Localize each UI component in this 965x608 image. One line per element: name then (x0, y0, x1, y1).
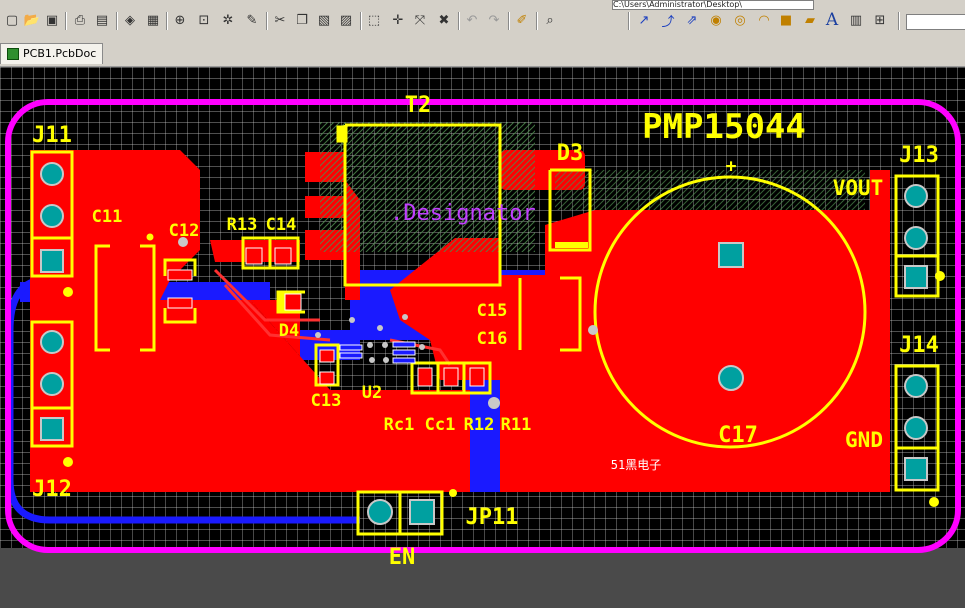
label-cc1: Cc1 (425, 415, 456, 435)
label-r13: R13 (227, 215, 258, 235)
layers-icon[interactable]: ◈ (120, 10, 140, 30)
copy-icon[interactable]: ❐ (292, 10, 312, 30)
component-icon[interactable]: ▥ (846, 10, 866, 30)
label-r12: R12 (464, 415, 495, 435)
undo-icon[interactable]: ↶ (462, 10, 482, 30)
label-c12: C12 (169, 221, 200, 241)
pcb-canvas[interactable]: + .Designator PMP15044 T2 D3 J11 J12 J13… (0, 67, 965, 604)
fill-icon[interactable]: ■ (776, 10, 796, 30)
select-icon[interactable]: ⬚ (364, 10, 384, 30)
interactive-route-icon[interactable]: ⤴ (658, 10, 678, 30)
tab-pcb1[interactable]: PCB1.PcbDoc (0, 43, 104, 64)
toolbar-row: ▢ 📂 ▣ ⎙ ▤ ◈ ▦ ⊕ ⊡ ✲ ✎ ✂ ❐ ▧ ▨ ⬚ ✛ ⤧ ✖ ↶ … (0, 8, 965, 34)
label-c13: C13 (311, 391, 342, 411)
main-toolbar: C:\Users\Administrator\Desktop\ ▢ 📂 ▣ ⎙ … (0, 0, 965, 41)
cut-icon[interactable]: ✂ (270, 10, 290, 30)
save-icon[interactable]: ▣ (42, 10, 62, 30)
label-rc1: Rc1 (384, 415, 415, 435)
label-c17: C17 (718, 423, 758, 448)
differential-icon[interactable]: ⇗ (682, 10, 702, 30)
label-vout: VOUT (833, 176, 884, 200)
label-d3: D3 (557, 141, 584, 166)
designator-placeholder: .Designator (390, 201, 536, 226)
print-preview-icon[interactable]: ▤ (92, 10, 112, 30)
label-j14: J14 (899, 333, 939, 358)
print-icon[interactable]: ⎙ (70, 10, 90, 30)
label-c15: C15 (477, 301, 508, 321)
pcb-document-icon (7, 48, 19, 60)
board-title: PMP15044 (642, 107, 806, 147)
label-r11: R11 (501, 415, 532, 435)
route-icon[interactable]: ↗ (634, 10, 654, 30)
designator-text: .Designator (390, 201, 536, 226)
rubber-stamp-icon[interactable]: ▨ (336, 10, 356, 30)
grid-icon[interactable]: ⊞ (870, 10, 890, 30)
open-icon[interactable]: 📂 (22, 10, 42, 30)
zoom-fit-icon[interactable]: ✲ (218, 10, 238, 30)
label-c11: C11 (92, 207, 123, 227)
label-en: EN (389, 545, 416, 570)
text-icon[interactable]: A (822, 10, 842, 30)
board-icon[interactable]: ▦ (143, 10, 163, 30)
zoom-select-icon[interactable]: ✎ (242, 10, 262, 30)
canvas-bottom-strip (0, 548, 965, 604)
label-jp11: JP11 (466, 505, 519, 530)
tab-label: PCB1.PcbDoc (23, 47, 97, 60)
label-j13: J13 (899, 143, 939, 168)
pcb-board[interactable]: + .Designator PMP15044 T2 D3 J11 J12 J13… (0, 67, 965, 604)
zoom-area-icon[interactable]: ⊡ (194, 10, 214, 30)
label-j12: J12 (32, 477, 72, 502)
toolbar-combo[interactable] (906, 14, 965, 30)
cross-icon[interactable]: ⤧ (410, 10, 430, 30)
redo-icon[interactable]: ↷ (484, 10, 504, 30)
new-icon[interactable]: ▢ (2, 10, 22, 30)
arc-icon[interactable]: ◠ (754, 10, 774, 30)
document-tabbar: PCB1.PcbDoc (0, 40, 965, 67)
deselect-icon[interactable]: ✖ (434, 10, 454, 30)
c17-polarity: + (726, 156, 737, 177)
highlight-icon[interactable]: ✐ (512, 10, 532, 30)
label-u2: U2 (362, 383, 382, 403)
d3-hatch (555, 170, 865, 210)
label-c16: C16 (477, 329, 508, 349)
label-d4: D4 (279, 321, 299, 341)
label-t2: T2 (405, 93, 432, 118)
move-icon[interactable]: ✛ (388, 10, 408, 30)
label-gnd: GND (845, 428, 883, 452)
region-icon[interactable]: ▰ (800, 10, 820, 30)
inspect-icon[interactable]: ⌕ (540, 10, 560, 30)
watermark-text: 51黑电子 (611, 458, 661, 472)
via-alt-icon[interactable]: ◎ (730, 10, 750, 30)
zoom-icon[interactable]: ⊕ (170, 10, 190, 30)
label-c14: C14 (266, 215, 297, 235)
transformer-keepout-hatch (320, 122, 535, 252)
via-icon[interactable]: ◉ (706, 10, 726, 30)
paste-icon[interactable]: ▧ (314, 10, 334, 30)
label-j11: J11 (32, 123, 72, 148)
